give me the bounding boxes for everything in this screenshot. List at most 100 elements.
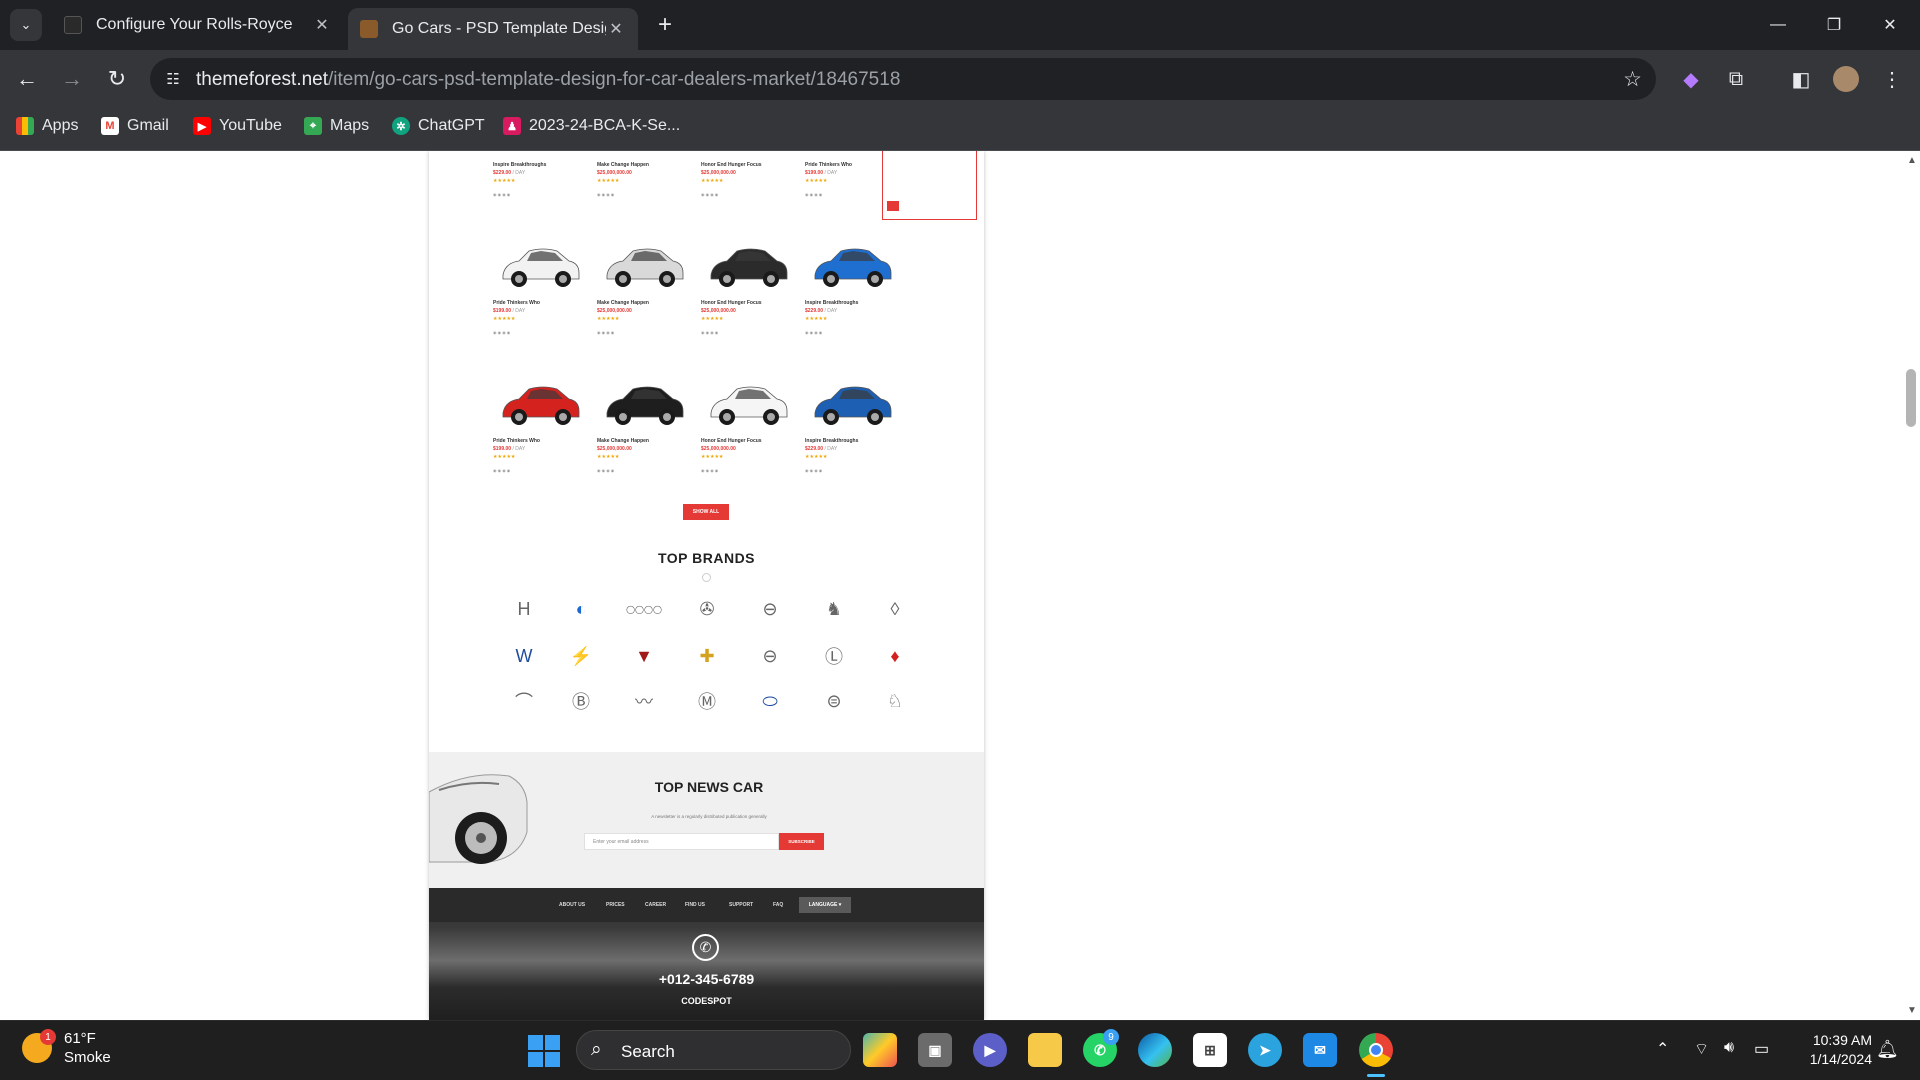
battery-icon[interactable]: ▭ xyxy=(1754,1039,1769,1059)
edge-browser-icon[interactable] xyxy=(1138,1033,1172,1067)
reload-icon[interactable]: ↻ xyxy=(100,62,134,96)
system-clock[interactable]: 10:39 AM 1/14/2024 xyxy=(1782,1031,1872,1069)
microsoft-store-icon[interactable]: ⊞ xyxy=(1193,1033,1227,1067)
bookmark-apps[interactable]: Apps xyxy=(16,117,78,135)
copilot-extension-icon[interactable]: ◆ xyxy=(1675,63,1707,95)
menu-kebab-icon[interactable]: ⋮ xyxy=(1876,63,1908,95)
car-image[interactable] xyxy=(497,377,583,433)
task-view-icon[interactable]: ▣ xyxy=(918,1033,952,1067)
tab-search-chevron-icon[interactable]: ⌄ xyxy=(10,9,42,41)
car-image[interactable] xyxy=(705,377,791,433)
show-hidden-icons-chevron-icon[interactable]: ⌃ xyxy=(1656,1039,1669,1059)
bookmark-youtube[interactable]: ▶ YouTube xyxy=(193,117,282,135)
mail-icon[interactable]: ✉ xyxy=(1303,1033,1337,1067)
mazda-logo-icon[interactable]: Ⓜ xyxy=(689,686,725,716)
profile-avatar[interactable] xyxy=(1830,63,1862,95)
address-bar[interactable]: ☷ themeforest.net/item/go-cars-psd-templ… xyxy=(150,58,1656,100)
car-card[interactable]: Pride Thinkers Who $199.00 / DAY ★★★★★ ◉ ◉ … xyxy=(493,300,587,335)
bookmark-maps[interactable]: ⌖ Maps xyxy=(304,117,369,135)
close-tab-icon[interactable]: ✕ xyxy=(312,15,332,35)
chrome-icon[interactable] xyxy=(1359,1033,1393,1067)
car-image[interactable] xyxy=(705,239,791,295)
tab-go-cars[interactable]: Go Cars - PSD Template Design ✕ xyxy=(348,8,638,50)
ferrari-logo-icon[interactable]: ♘ xyxy=(877,686,913,716)
infiniti-logo-icon[interactable]: ⌒ xyxy=(506,686,542,716)
car-card[interactable]: Make Change Happen $25,000,000.00 ★★★★★ ◉ ◉… xyxy=(597,300,691,335)
file-explorer-icon[interactable] xyxy=(1028,1033,1062,1067)
mitsubishi-logo-icon[interactable]: ♦ xyxy=(877,641,913,671)
car-card[interactable]: Honor End Hunger Focus $25,000,000.00 ★★★★… xyxy=(701,300,795,335)
teams-meet-icon[interactable]: ▶ xyxy=(973,1033,1007,1067)
peugeot-logo-icon[interactable]: ♞ xyxy=(816,594,852,624)
car-card[interactable]: Make Change Happen $25,000,000.00 ★★★★★ ◉ ◉… xyxy=(597,438,691,473)
car-image[interactable] xyxy=(809,377,895,433)
footer-link-career[interactable]: CAREER xyxy=(645,902,666,908)
notification-bell-icon[interactable]: 🔔︎ xyxy=(1876,1039,1899,1060)
bookmark-chatgpt[interactable]: ✲ ChatGPT xyxy=(392,117,485,135)
chevrolet-logo-icon[interactable]: ✚ xyxy=(689,641,725,671)
footer-link-support[interactable]: SUPPORT xyxy=(729,902,753,908)
volume-icon[interactable]: 🔊︎ xyxy=(1724,1039,1734,1057)
car-image[interactable] xyxy=(497,239,583,295)
tab-rolls-royce[interactable]: Configure Your Rolls-Royce ✕ xyxy=(52,8,344,42)
car-card[interactable]: Honor End Hunger Focus $25,000,000.00 ★★★★… xyxy=(701,438,795,473)
car-card[interactable]: Pride Thinkers Who $199.00 / DAY ★★★★★ ◉ ◉ … xyxy=(805,162,899,197)
nissan-logo-icon[interactable]: ⊖ xyxy=(752,641,788,671)
page-scrollbar[interactable]: ▲ ▼ xyxy=(1902,151,1920,1020)
bmw-logo-icon[interactable]: ◐ xyxy=(563,594,599,624)
site-info-icon[interactable]: ☷ xyxy=(162,68,184,90)
car-card[interactable]: Make Change Happen $25,000,000.00 ★★★★★ ◉ ◉… xyxy=(597,162,691,197)
ford-logo-icon[interactable]: ⬭ xyxy=(752,686,788,716)
show-all-button[interactable]: SHOW ALL xyxy=(683,504,729,520)
subscribe-button[interactable]: SUBSCRIBE xyxy=(779,833,824,850)
mercedes-logo-icon[interactable]: ✇ xyxy=(689,594,725,624)
forward-arrow-icon[interactable]: → xyxy=(55,62,89,96)
volvo-logo-icon[interactable]: ⊖ xyxy=(752,594,788,624)
scrollbar-thumb[interactable] xyxy=(1906,369,1916,427)
bentley-logo-icon[interactable]: Ⓑ xyxy=(563,686,599,716)
newsletter-email-input[interactable]: Enter your email address xyxy=(584,833,779,850)
car-card[interactable]: Inspire Breakthroughs $229.00 / DAY ★★★★★ ◉… xyxy=(493,162,587,197)
opel-logo-icon[interactable]: ⚡ xyxy=(563,641,599,671)
car-image[interactable] xyxy=(809,239,895,295)
telegram-icon[interactable]: ➤ xyxy=(1248,1033,1282,1067)
lexus-logo-icon[interactable]: Ⓛ xyxy=(816,641,852,671)
weather-widget[interactable]: 1 61°F Smoke xyxy=(22,1029,111,1067)
minimize-icon[interactable]: — xyxy=(1750,0,1806,50)
cadillac-logo-icon[interactable]: ▼ xyxy=(626,641,662,671)
url-text[interactable]: themeforest.net/item/go-cars-psd-templat… xyxy=(196,69,900,91)
close-window-icon[interactable]: ✕ xyxy=(1862,0,1918,50)
car-card[interactable]: Inspire Breakthroughs $229.00 / DAY ★★★★★ ◉… xyxy=(805,300,899,335)
bookmark-bca[interactable]: ♟ 2023-24-BCA-K-Se... xyxy=(503,117,680,135)
audi-logo-icon[interactable]: ◯◯◯◯ xyxy=(626,594,662,624)
car-image[interactable] xyxy=(601,377,687,433)
honda-logo-icon[interactable]: H xyxy=(506,594,542,624)
renault-logo-icon[interactable]: ◊ xyxy=(877,594,913,624)
new-tab-plus-icon[interactable]: + xyxy=(650,10,680,40)
taskbar-search[interactable]: ⌕ Search xyxy=(576,1030,851,1070)
footer-link-prices[interactable]: PRICES xyxy=(606,902,625,908)
scroll-down-arrow-icon[interactable]: ▼ xyxy=(1907,1005,1917,1016)
car-image[interactable] xyxy=(601,239,687,295)
scroll-up-arrow-icon[interactable]: ▲ xyxy=(1907,155,1917,166)
car-card[interactable]: Pride Thinkers Who $199.00 / DAY ★★★★★ ◉ ◉ … xyxy=(493,438,587,473)
volkswagen-logo-icon[interactable]: W xyxy=(506,641,542,671)
copilot-app-icon[interactable] xyxy=(863,1033,897,1067)
bookmark-star-icon[interactable]: ☆ xyxy=(1623,67,1642,92)
wifi-icon[interactable]: ⌔ xyxy=(1694,1039,1709,1059)
jaguar-logo-icon[interactable]: 〰 xyxy=(626,686,662,716)
bookmark-gmail[interactable]: M Gmail xyxy=(101,117,169,135)
extensions-puzzle-icon[interactable]: ⧉ xyxy=(1720,63,1752,95)
footer-link-findus[interactable]: FIND US xyxy=(685,902,705,908)
footer-link-faq[interactable]: FAQ xyxy=(773,902,783,908)
windows-start-icon[interactable] xyxy=(528,1035,560,1067)
back-arrow-icon[interactable]: ← xyxy=(10,62,44,96)
language-dropdown[interactable]: LANGUAGE ▾ xyxy=(799,897,851,913)
scion-logo-icon[interactable]: ⊜ xyxy=(816,686,852,716)
side-panel-icon[interactable]: ◧ xyxy=(1785,63,1817,95)
restore-icon[interactable]: ❐ xyxy=(1806,0,1862,50)
footer-link-about[interactable]: ABOUT US xyxy=(559,902,585,908)
card-action-button[interactable] xyxy=(887,201,899,211)
close-tab-icon[interactable]: ✕ xyxy=(606,19,626,39)
car-card[interactable]: Honor End Hunger Focus $25,000,000.00 ★★★★… xyxy=(701,162,795,197)
